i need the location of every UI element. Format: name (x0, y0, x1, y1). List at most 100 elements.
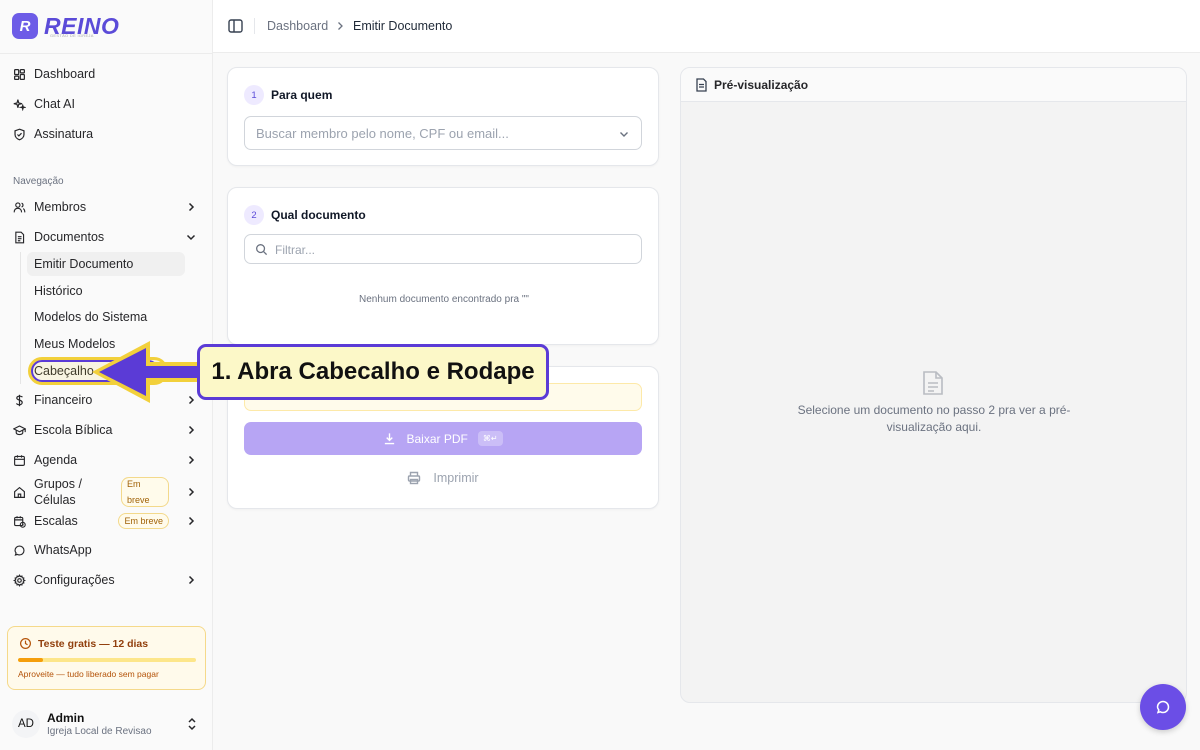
sidebar-item-agenda[interactable]: Agenda (6, 446, 206, 474)
sidebar-item-label: Membros (34, 200, 87, 214)
subitem-modelos-sistema[interactable]: Modelos do Sistema (27, 305, 185, 329)
chevron-right-icon (188, 202, 195, 212)
breadcrumb-current: Emitir Documento (353, 19, 453, 33)
tutorial-arrow-icon (92, 341, 200, 403)
search-icon (256, 244, 268, 256)
sidebar-item-label: Assinatura (34, 127, 94, 141)
coming-soon-badge: Em breve (121, 477, 169, 507)
sidebar-item-configuracoes[interactable]: Configurações (6, 566, 206, 594)
chat-fab-button[interactable] (1140, 684, 1186, 730)
step-title: Qual documento (271, 208, 366, 222)
logo-mark-icon: R (12, 13, 38, 39)
sidebar-item-label: Financeiro (34, 393, 93, 407)
sidebar-item-escola-biblica[interactable]: Escola Bíblica (6, 416, 206, 444)
graduation-cap-icon (13, 424, 26, 435)
gear-icon (13, 573, 26, 587)
toolbar-divider (254, 18, 255, 34)
submenu-line (20, 252, 21, 384)
sidebar-item-documentos[interactable]: Documentos (6, 223, 206, 251)
chevron-right-icon (188, 516, 195, 526)
document-icon (696, 78, 707, 92)
document-filter-input[interactable]: Filtrar... (244, 234, 642, 264)
sparkles-icon (13, 98, 26, 111)
sidebar-item-assinatura[interactable]: Assinatura (6, 120, 206, 148)
sidebar-toggle-icon[interactable] (228, 19, 243, 33)
tutorial-callout: 1. Abra Cabecalho e Rodape (197, 344, 549, 400)
chevron-down-icon (186, 234, 196, 241)
sidebar-item-label: Escola Bíblica (34, 423, 113, 437)
chevron-right-icon (188, 487, 195, 497)
avatar: AD (12, 710, 40, 738)
trial-note: Aproveite — tudo liberado sem pagar (18, 669, 159, 679)
filter-placeholder: Filtrar... (275, 243, 316, 257)
message-circle-icon (1156, 700, 1170, 714)
home-icon (14, 486, 25, 498)
sidebar-item-membros[interactable]: Membros (6, 193, 206, 221)
chevrons-up-down-icon (188, 717, 196, 731)
sidebar-item-label: Configurações (34, 573, 115, 587)
top-bar: Dashboard Emitir Documento (213, 0, 1200, 53)
sidebar-item-grupos[interactable]: Grupos / Células Em breve (6, 475, 206, 509)
sidebar-item-dashboard[interactable]: Dashboard (6, 60, 206, 88)
section-label: Navegação (13, 176, 64, 187)
trial-banner[interactable]: Teste gratis — 12 dias Aproveite — tudo … (7, 626, 206, 690)
chevron-down-icon (620, 132, 628, 137)
printer-icon (408, 471, 421, 485)
subitem-label: Histórico (34, 284, 83, 298)
chevron-right-icon (188, 425, 195, 435)
sidebar-item-label: Grupos / Células (34, 476, 82, 508)
sidebar-item-label: Chat AI (34, 97, 75, 111)
download-icon (385, 433, 395, 445)
subitem-historico[interactable]: Histórico (27, 279, 185, 303)
trial-title: Teste gratis — 12 dias (38, 638, 149, 650)
trial-progress-fill (18, 658, 43, 662)
user-menu[interactable]: AD Admin Igreja Local de Revisao (12, 706, 204, 742)
step-number: 1 (244, 85, 264, 105)
member-search-select[interactable]: Buscar membro pelo nome, CPF ou email... (244, 116, 642, 150)
label-line-2: Células (34, 493, 76, 507)
preview-header: Pré-visualização (681, 68, 1186, 102)
sidebar-item-label: WhatsApp (34, 543, 92, 557)
preview-panel: Pré-visualização Selecione um documento … (680, 67, 1187, 703)
message-circle-icon (14, 544, 25, 556)
sidebar-item-chat-ai[interactable]: Chat AI (6, 90, 206, 118)
member-search-placeholder: Buscar membro pelo nome, CPF ou email... (256, 126, 509, 141)
clock-icon (20, 638, 31, 649)
logo-tagline: GESTÃO DE IGREJA (50, 33, 94, 38)
chevron-right-icon (188, 575, 195, 585)
step-qual-documento-card: 2 Qual documento Filtrar... Nenhum docum… (227, 187, 659, 345)
print-button[interactable]: Imprimir (244, 463, 642, 493)
shortcut-badge: ⌘↵ (477, 431, 503, 446)
preview-message: Selecione um documento no passo 2 pra ve… (797, 403, 1071, 434)
sidebar-item-whatsapp[interactable]: WhatsApp (6, 536, 206, 564)
sidebar-item-label: Agenda (34, 453, 78, 467)
subitem-emitir-documento[interactable]: Emitir Documento (27, 252, 185, 276)
empty-documents-message: Nenhum documento encontrado pra "" (359, 294, 529, 305)
chevron-right-icon (338, 22, 343, 30)
preview-title: Pré-visualização (714, 78, 809, 92)
dashboard-icon (14, 68, 25, 80)
label-line-1: Grupos / (34, 477, 82, 491)
dollar-icon (15, 394, 23, 406)
subitem-label: Emitir Documento (34, 257, 134, 271)
coming-soon-badge: Em breve (118, 513, 169, 529)
users-icon (13, 201, 26, 212)
shield-icon (14, 128, 25, 140)
download-pdf-label: Baixar PDF (406, 431, 468, 446)
sidebar-item-label: Documentos (34, 230, 105, 244)
user-org: Igreja Local de Revisao (47, 726, 152, 737)
document-icon (15, 231, 25, 243)
trial-progress-bar (18, 658, 196, 662)
sidebar-item-escalas[interactable]: Escalas Em breve (6, 507, 206, 535)
sidebar-item-label: Dashboard (34, 67, 96, 81)
sidebar-divider (0, 53, 213, 54)
calendar-icon (14, 454, 25, 466)
breadcrumb-dashboard[interactable]: Dashboard (267, 19, 328, 33)
step-title: Para quem (271, 88, 333, 102)
calendar-clock-icon (14, 515, 26, 528)
main-content: 1 Para quem Buscar membro pelo nome, CPF… (213, 53, 1200, 750)
download-pdf-button[interactable]: Baixar PDF ⌘↵ (244, 422, 642, 455)
sidebar-item-label: Escalas (34, 514, 78, 528)
document-placeholder-icon (923, 371, 943, 395)
step-number: 2 (244, 205, 264, 225)
